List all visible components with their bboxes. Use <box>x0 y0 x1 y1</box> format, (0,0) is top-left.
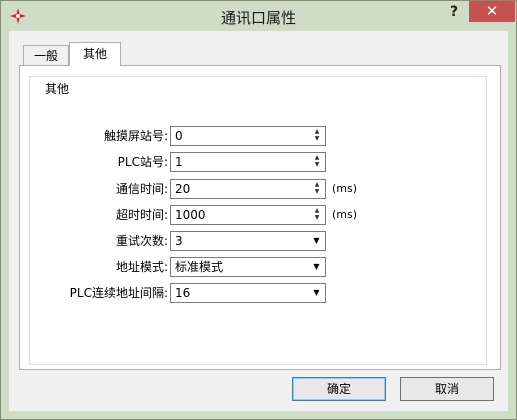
window-title: 通讯口属性 <box>220 9 296 27</box>
spin-up-icon[interactable]: ▲ <box>310 207 324 214</box>
plc-address-interval-label: PLC连续地址间隔: <box>69 286 168 300</box>
hmi-station-label: 触摸屏站号: <box>103 129 168 143</box>
comm-time-spinner[interactable]: ▲ ▼ <box>310 181 324 197</box>
spin-down-icon[interactable]: ▼ <box>310 135 324 142</box>
spin-up-icon[interactable]: ▲ <box>310 181 324 188</box>
title-bar[interactable]: 通讯口属性 ? ✕ <box>1 1 516 31</box>
comm-time-input[interactable]: 20 ▲ ▼ <box>170 179 326 199</box>
spin-up-icon[interactable]: ▲ <box>310 154 324 161</box>
address-mode-value: 标准模式 <box>175 260 224 274</box>
group-box-other: 其他 触摸屏站号: 0 ▲ ▼ PLC站号: 1 ▲ ▼ 通信时间: 20 ▲ … <box>29 76 487 365</box>
dialog-body: 一般 其他 其他 触摸屏站号: 0 ▲ ▼ PLC站号: 1 ▲ ▼ 通信时间:… <box>9 31 508 411</box>
ok-button[interactable]: 确定 <box>292 377 386 401</box>
tab-other[interactable]: 其他 <box>69 42 121 66</box>
timeout-unit: (ms) <box>332 208 358 221</box>
retry-count-value: 3 <box>175 234 183 248</box>
retry-count-label: 重试次数: <box>115 234 168 248</box>
help-button[interactable]: ? <box>441 2 467 22</box>
spin-down-icon[interactable]: ▼ <box>310 188 324 195</box>
spin-up-icon[interactable]: ▲ <box>310 128 324 135</box>
plc-station-value: 1 <box>175 155 183 169</box>
plc-address-interval-value: 16 <box>175 286 191 300</box>
chevron-down-icon[interactable]: ▼ <box>309 285 324 301</box>
timeout-value: 1000 <box>175 208 206 222</box>
plc-station-spinner[interactable]: ▲ ▼ <box>310 154 324 170</box>
close-button[interactable]: ✕ <box>469 1 515 22</box>
plc-address-interval-select[interactable]: 16 ▼ <box>170 283 326 303</box>
group-title: 其他 <box>42 80 73 97</box>
dialog-window: 通讯口属性 ? ✕ 一般 其他 其他 触摸屏站号: 0 ▲ ▼ PLC站号: 1… <box>0 0 517 420</box>
cancel-button[interactable]: 取消 <box>400 377 494 401</box>
hmi-station-value: 0 <box>175 129 183 143</box>
comm-time-label: 通信时间: <box>115 182 168 196</box>
timeout-input[interactable]: 1000 ▲ ▼ <box>170 205 326 225</box>
timeout-spinner[interactable]: ▲ ▼ <box>310 207 324 223</box>
comm-time-value: 20 <box>175 182 191 196</box>
address-mode-select[interactable]: 标准模式 ▼ <box>170 257 326 277</box>
address-mode-label: 地址模式: <box>115 260 168 274</box>
plc-station-input[interactable]: 1 ▲ ▼ <box>170 152 326 172</box>
tab-general[interactable]: 一般 <box>23 45 69 66</box>
hmi-station-input[interactable]: 0 ▲ ▼ <box>170 126 326 146</box>
spin-down-icon[interactable]: ▼ <box>310 161 324 168</box>
chevron-down-icon[interactable]: ▼ <box>309 259 324 275</box>
hmi-station-spinner[interactable]: ▲ ▼ <box>310 128 324 144</box>
plc-station-label: PLC站号: <box>117 155 168 169</box>
retry-count-select[interactable]: 3 ▼ <box>170 231 326 251</box>
chevron-down-icon[interactable]: ▼ <box>309 233 324 249</box>
tab-panel: 其他 触摸屏站号: 0 ▲ ▼ PLC站号: 1 ▲ ▼ 通信时间: 20 ▲ … <box>19 65 501 370</box>
spin-down-icon[interactable]: ▼ <box>310 214 324 221</box>
comm-time-unit: (ms) <box>332 182 358 195</box>
timeout-label: 超时时间: <box>115 208 168 222</box>
